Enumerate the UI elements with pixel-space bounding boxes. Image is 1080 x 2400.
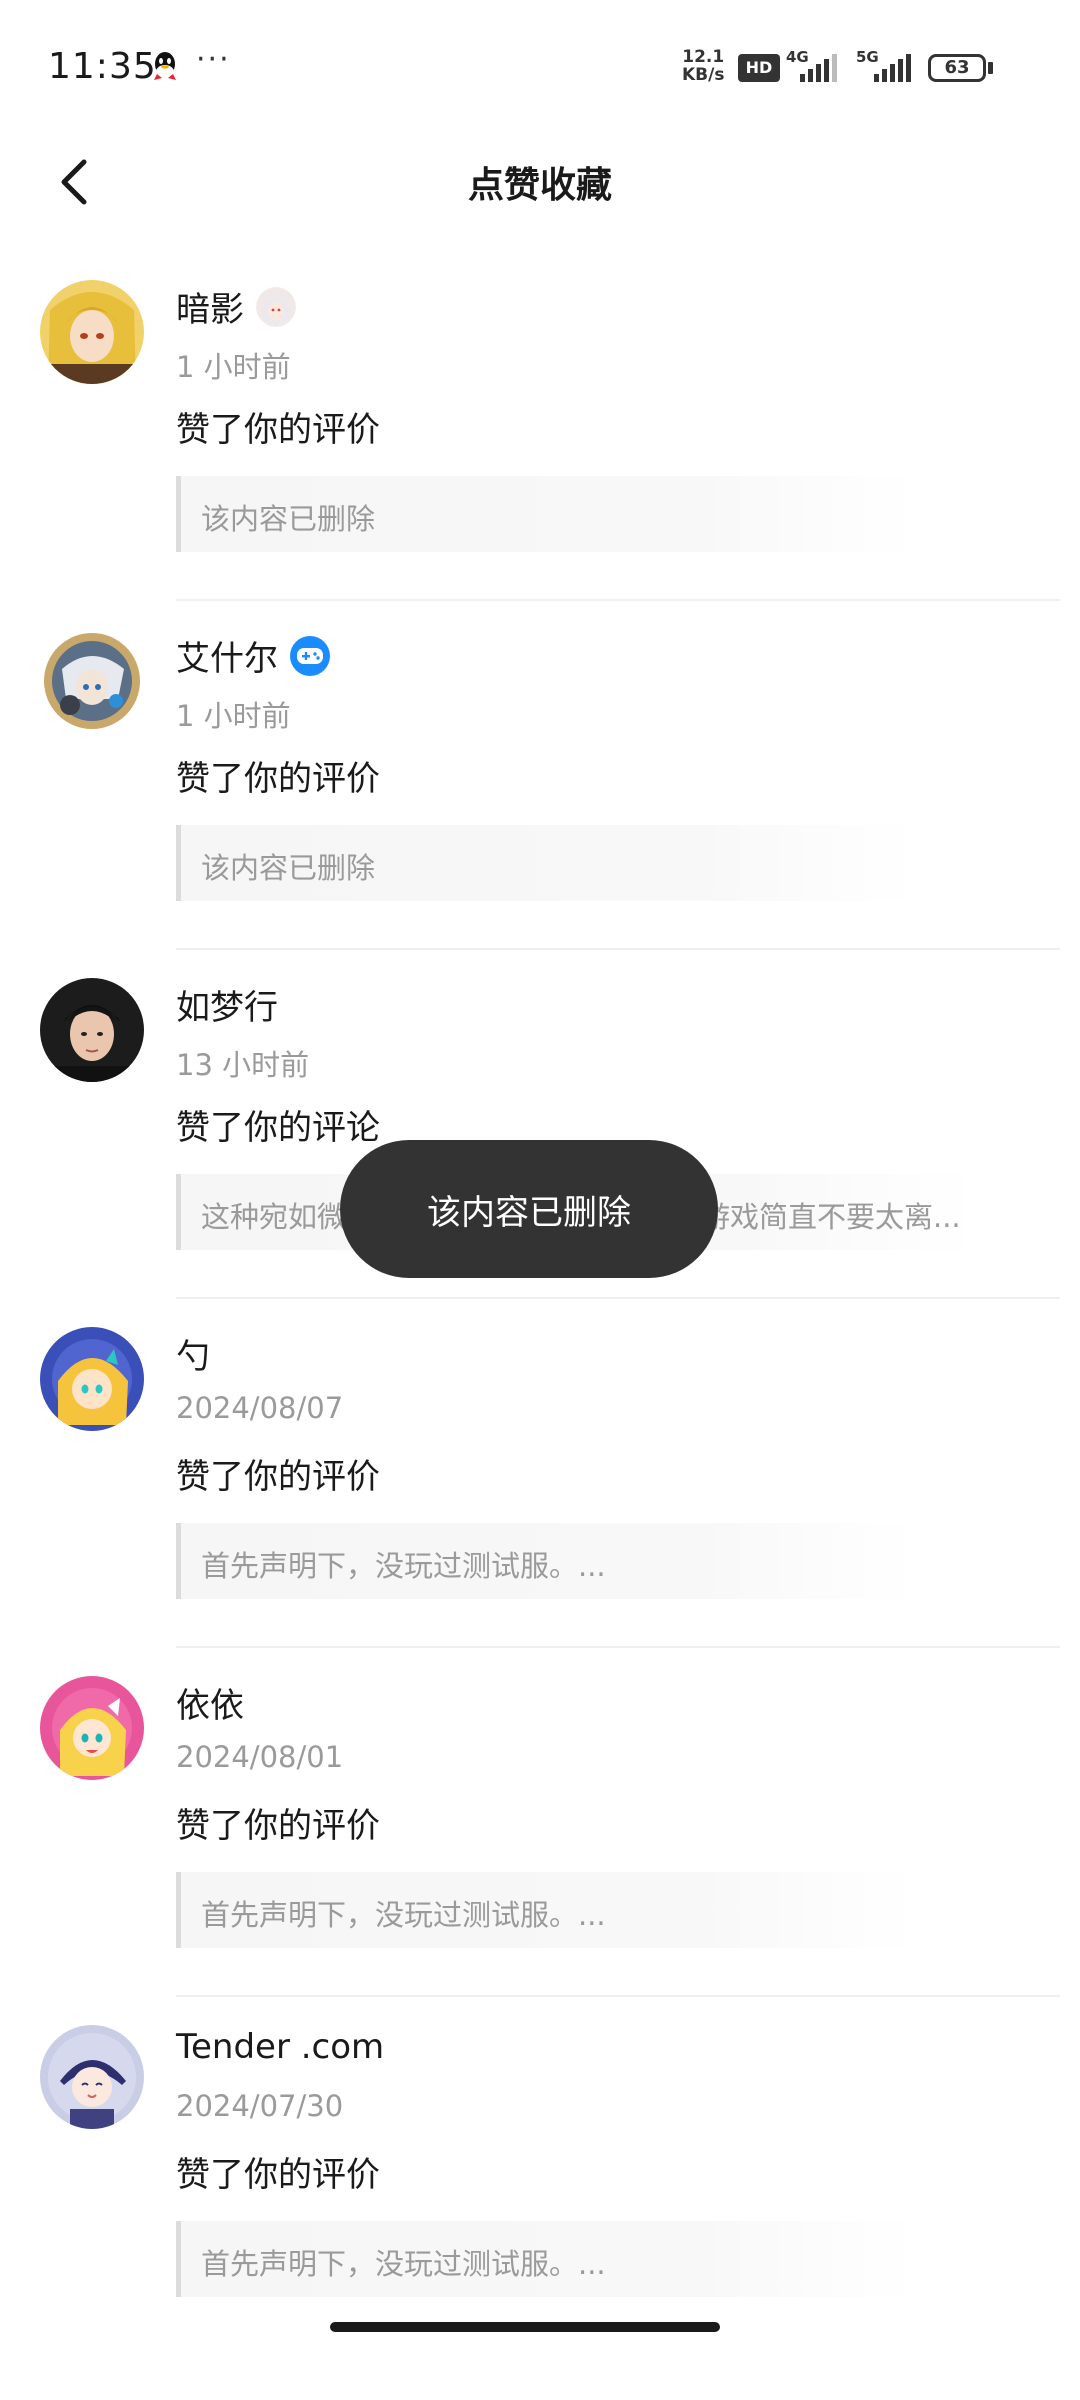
time-ago: 1 小时前 — [176, 699, 291, 733]
like-favorite-list: 暗影 1 小时前 赞了你的评价 该内容已删除 艾什尔 1 小时前 赞了你的评价 … — [0, 252, 1080, 2346]
quoted-text: 首先声明下，没玩过测试服。... — [201, 2247, 606, 2281]
list-item[interactable]: 勺 2024/08/07 赞了你的评价 首先声明下，没玩过测试服。... — [0, 1299, 1080, 1648]
quoted-text: 首先声明下，没玩过测试服。... — [201, 1898, 606, 1932]
battery-tip — [988, 62, 993, 74]
network-speed-unit: KB/s — [682, 65, 725, 85]
list-item[interactable]: 艾什尔 1 小时前 赞了你的评价 该内容已删除 — [0, 601, 1080, 950]
hd-icon: HD — [738, 54, 780, 82]
home-indicator[interactable] — [330, 2322, 720, 2332]
avatar[interactable] — [40, 1676, 144, 1780]
list-item[interactable]: 暗影 1 小时前 赞了你的评价 该内容已删除 — [0, 252, 1080, 601]
more-notifications-icon: ··· — [196, 42, 231, 77]
avatar[interactable] — [40, 2025, 144, 2129]
action-text: 赞了你的评价 — [176, 759, 380, 799]
header: 点赞收藏 — [0, 132, 1080, 232]
name-row: 勺 — [176, 1329, 210, 1378]
list-item[interactable]: Tender .com 2024/07/30 赞了你的评价 首先声明下，没玩过测… — [0, 1997, 1080, 2346]
quoted-text: 首先声明下，没玩过测试服。... — [201, 1549, 606, 1583]
action-text: 赞了你的评论 — [176, 1108, 380, 1148]
name-row: 暗影 — [176, 282, 296, 331]
name-row: 如梦行 — [176, 980, 278, 1029]
quoted-content[interactable]: 该内容已删除 — [176, 476, 916, 552]
game-controller-badge-icon — [290, 635, 330, 676]
name-row: 依依 — [176, 1678, 244, 1727]
time-ago: 13 小时前 — [176, 1048, 310, 1082]
time-ago: 2024/07/30 — [176, 2089, 344, 2123]
page-title: 点赞收藏 — [467, 165, 612, 206]
quoted-text: 这种宛如微 — [201, 1200, 347, 1234]
quoted-content[interactable]: 该内容已删除 — [176, 825, 916, 901]
quoted-content[interactable]: 首先声明下，没玩过测试服。... — [176, 2221, 916, 2297]
name-row: Tender .com — [176, 2027, 384, 2067]
signal-4g-icon: 4G — [786, 48, 844, 82]
status-time: 11:35 — [48, 46, 157, 87]
network-speed: 12.1 KB/s — [682, 48, 724, 84]
username[interactable]: 如梦行 — [176, 980, 278, 1029]
username[interactable]: Tender .com — [176, 2027, 384, 2067]
username[interactable]: 艾什尔 — [176, 631, 278, 680]
toast-text: 该内容已删除 — [427, 1192, 631, 1233]
status-bar: 11:35 ··· 12.1 KB/s HD 4G 5G 63 — [0, 0, 1080, 132]
quoted-text: 该内容已删除 — [201, 502, 376, 536]
quoted-text: 该内容已删除 — [201, 851, 376, 885]
avatar[interactable] — [40, 978, 144, 1082]
time-ago: 2024/08/07 — [176, 1391, 344, 1425]
avatar[interactable] — [40, 1327, 144, 1431]
username[interactable]: 勺 — [176, 1329, 210, 1378]
action-text: 赞了你的评价 — [176, 410, 380, 450]
action-text: 赞了你的评价 — [176, 2155, 380, 2195]
quoted-content[interactable]: 首先声明下，没玩过测试服。... — [176, 1523, 916, 1599]
avatar[interactable] — [40, 629, 144, 733]
username[interactable]: 依依 — [176, 1678, 244, 1727]
anime-girl-badge-icon — [256, 286, 296, 327]
time-ago: 1 小时前 — [176, 350, 291, 384]
signal-5g-icon: 5G — [856, 48, 918, 82]
time-ago: 2024/08/01 — [176, 1740, 344, 1774]
toast: 该内容已删除 — [340, 1140, 718, 1278]
quoted-content[interactable]: 首先声明下，没玩过测试服。... — [176, 1872, 916, 1948]
username[interactable]: 暗影 — [176, 282, 244, 331]
list-item[interactable]: 依依 2024/08/01 赞了你的评价 首先声明下，没玩过测试服。... — [0, 1648, 1080, 1997]
network-speed-value: 12.1 — [682, 47, 725, 67]
avatar[interactable] — [40, 280, 144, 384]
action-text: 赞了你的评价 — [176, 1806, 380, 1846]
quoted-text-tail: 游戏简直不要太离... — [701, 1200, 961, 1234]
qq-icon — [154, 52, 176, 80]
name-row: 艾什尔 — [176, 631, 330, 680]
action-text: 赞了你的评价 — [176, 1457, 380, 1497]
battery-icon: 63 — [928, 54, 986, 82]
